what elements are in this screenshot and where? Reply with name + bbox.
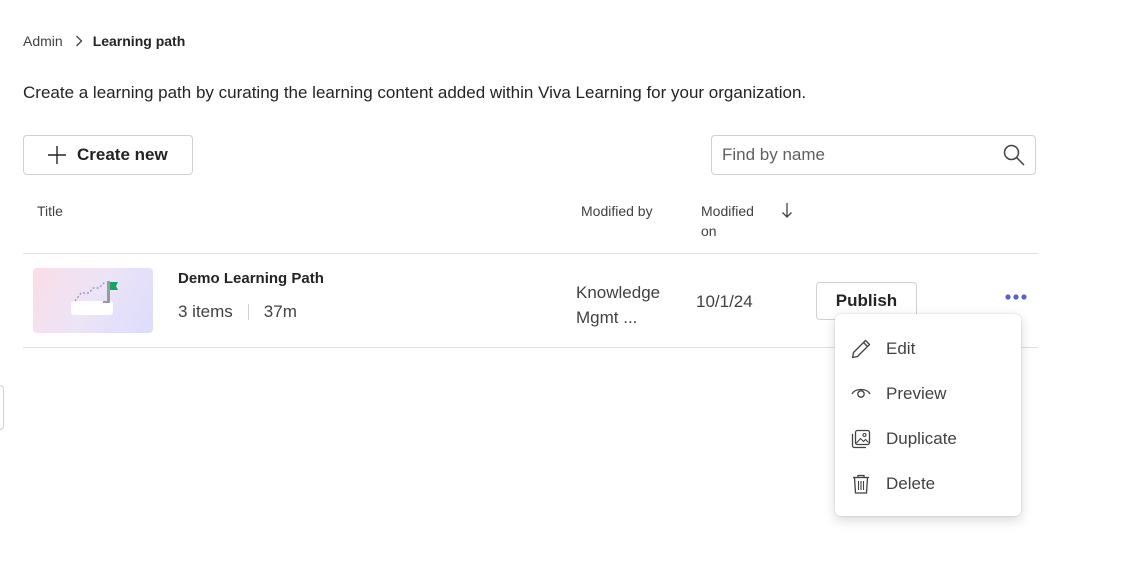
- more-horizontal-icon: [1004, 288, 1028, 306]
- duplicate-icon: [850, 428, 872, 450]
- menu-item-label: Edit: [886, 338, 916, 358]
- breadcrumb-admin[interactable]: Admin: [23, 33, 63, 49]
- trash-icon: [850, 473, 872, 495]
- sort-descending-icon[interactable]: [780, 200, 794, 220]
- menu-item-duplicate[interactable]: Duplicate: [835, 416, 1021, 461]
- menu-item-label: Delete: [886, 473, 936, 493]
- eye-icon: [850, 383, 872, 405]
- column-header-modified-on[interactable]: Modified on: [701, 201, 773, 241]
- row-modified-by: Knowledge Mgmt ...: [576, 283, 661, 327]
- header-divider: [23, 253, 1038, 254]
- learning-path-thumbnail: [33, 268, 153, 333]
- breadcrumb: Admin Learning path: [23, 33, 185, 49]
- menu-item-delete[interactable]: Delete: [835, 461, 1021, 506]
- column-header-modified-by[interactable]: Modified by: [581, 201, 653, 221]
- plus-icon: [47, 145, 67, 165]
- more-options-button[interactable]: [1000, 286, 1032, 308]
- search-box: [711, 135, 1036, 175]
- breadcrumb-learning-path: Learning path: [92, 33, 186, 49]
- menu-item-edit[interactable]: Edit: [835, 326, 1021, 371]
- row-context-menu: Edit Preview Duplicate Delete: [835, 314, 1021, 516]
- row-title[interactable]: Demo Learning Path: [178, 270, 324, 287]
- create-new-label: Create new: [77, 145, 168, 164]
- page-description: Create a learning path by curating the l…: [23, 83, 807, 102]
- menu-item-label: Preview: [886, 383, 947, 403]
- side-panel-handle[interactable]: [0, 385, 4, 430]
- row-meta: 3 items 37m: [178, 302, 297, 322]
- search-icon[interactable]: [1002, 143, 1026, 167]
- chevron-right-icon: [75, 35, 83, 47]
- menu-item-preview[interactable]: Preview: [835, 371, 1021, 416]
- create-new-button[interactable]: Create new: [23, 135, 193, 175]
- column-header-title[interactable]: Title: [37, 201, 63, 221]
- row-modified-on: 10/1/24: [696, 292, 753, 311]
- pencil-icon: [850, 338, 872, 360]
- row-item-count: 3 items: [178, 302, 233, 321]
- menu-item-label: Duplicate: [886, 428, 957, 448]
- row-duration: 37m: [263, 302, 297, 321]
- meta-divider: [247, 304, 249, 320]
- search-input[interactable]: [712, 145, 1002, 165]
- learning-path-page: Admin Learning path Create a learning pa…: [0, 0, 1123, 564]
